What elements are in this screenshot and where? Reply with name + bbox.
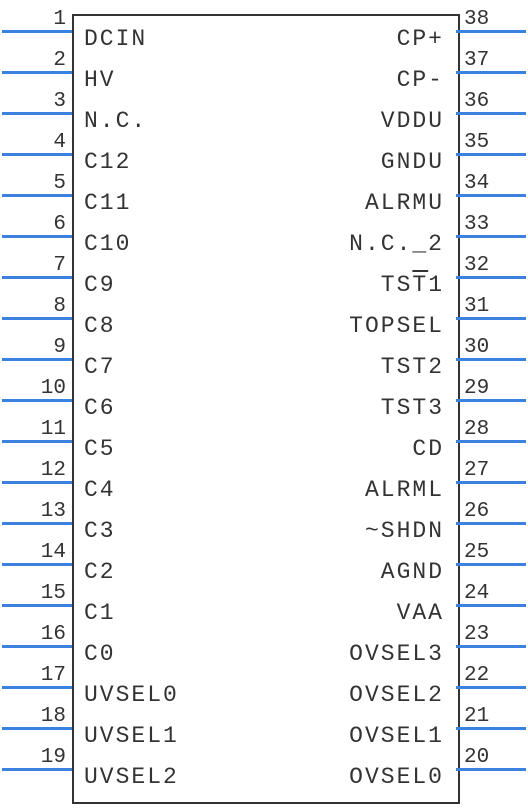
pin-number: 24 — [464, 582, 524, 605]
pin-number: 26 — [464, 500, 524, 523]
pin-number: 28 — [464, 418, 524, 441]
pin-label: C3 — [84, 518, 116, 544]
pin-label: OVSEL3 — [349, 641, 444, 667]
pin-label: GNDU — [381, 149, 444, 175]
pin-label: C7 — [84, 354, 116, 380]
pin-label: TST3 — [381, 395, 444, 421]
pin-number: 12 — [6, 459, 66, 482]
pin-number: 29 — [464, 377, 524, 400]
pin-number: 22 — [464, 664, 524, 687]
pin-label: CP+ — [397, 26, 444, 52]
pin-label: OVSEL0 — [349, 764, 444, 790]
pin-label: UVSEL1 — [84, 723, 179, 749]
pin-number: 8 — [6, 295, 66, 318]
pin-label: AGND — [381, 559, 444, 585]
pin-number: 7 — [6, 254, 66, 277]
pin-number: 33 — [464, 213, 524, 236]
pin-label: C5 — [84, 436, 116, 462]
pin-number: 31 — [464, 295, 524, 318]
pin-number: 3 — [6, 90, 66, 113]
pin-number: 13 — [6, 500, 66, 523]
pin-label: C10 — [84, 231, 131, 257]
pin-number: 15 — [6, 582, 66, 605]
pin-label: ALRML — [365, 477, 444, 503]
pin-number: 10 — [6, 377, 66, 400]
pin-label: C8 — [84, 313, 116, 339]
pin-number: 4 — [6, 131, 66, 154]
pin-number: 30 — [464, 336, 524, 359]
pin-label: UVSEL0 — [84, 682, 179, 708]
pin-label: TST1 — [381, 272, 444, 298]
pin-label: C0 — [84, 641, 116, 667]
pin-label: C11 — [84, 190, 131, 216]
pin-label: OVSEL1 — [349, 723, 444, 749]
pin-label: DCIN — [84, 26, 147, 52]
pin-label: C9 — [84, 272, 116, 298]
pin-label: C1 — [84, 600, 116, 626]
pin-number: 32 — [464, 254, 524, 277]
pin-number: 6 — [6, 213, 66, 236]
pin-label: VDDU — [381, 108, 444, 134]
pin-number: 27 — [464, 459, 524, 482]
pin-number: 2 — [6, 49, 66, 72]
pin-number: 20 — [464, 746, 524, 769]
pin-label: CD — [412, 436, 444, 462]
pin-number: 37 — [464, 49, 524, 72]
pin-number: 5 — [6, 172, 66, 195]
pin-number: 1 — [6, 8, 66, 31]
pin-label: N.C._2 — [349, 231, 444, 257]
pin-number: 16 — [6, 623, 66, 646]
pin-label: ALRMU — [365, 190, 444, 216]
pin-label: C12 — [84, 149, 131, 175]
pin-number: 25 — [464, 541, 524, 564]
pin-label: UVSEL2 — [84, 764, 179, 790]
pin-number: 38 — [464, 8, 524, 31]
pin-label: C4 — [84, 477, 116, 503]
pin-number: 11 — [6, 418, 66, 441]
pin-number: 19 — [6, 746, 66, 769]
pin-number: 9 — [6, 336, 66, 359]
pin-label: OVSEL2 — [349, 682, 444, 708]
pin-number: 14 — [6, 541, 66, 564]
pin-label: VAA — [397, 600, 444, 626]
pin-label: C6 — [84, 395, 116, 421]
pin-number: 17 — [6, 664, 66, 687]
pin-number: 36 — [464, 90, 524, 113]
pin-label: HV — [84, 67, 116, 93]
pin-number: 21 — [464, 705, 524, 728]
pin-label: TOPSEL — [349, 313, 444, 339]
pinout-diagram: 1DCIN2HV3N.C.4C125C116C107C98C89C710C611… — [0, 0, 528, 812]
pin-number: 18 — [6, 705, 66, 728]
pin-label: CP- — [397, 67, 444, 93]
pin-number: 34 — [464, 172, 524, 195]
pin-label: ~SHDN — [365, 518, 444, 544]
pin-number: 35 — [464, 131, 524, 154]
pin-label: N.C. — [84, 108, 147, 134]
pin-label: C2 — [84, 559, 116, 585]
pin-number: 23 — [464, 623, 524, 646]
pin-label: TST2 — [381, 354, 444, 380]
